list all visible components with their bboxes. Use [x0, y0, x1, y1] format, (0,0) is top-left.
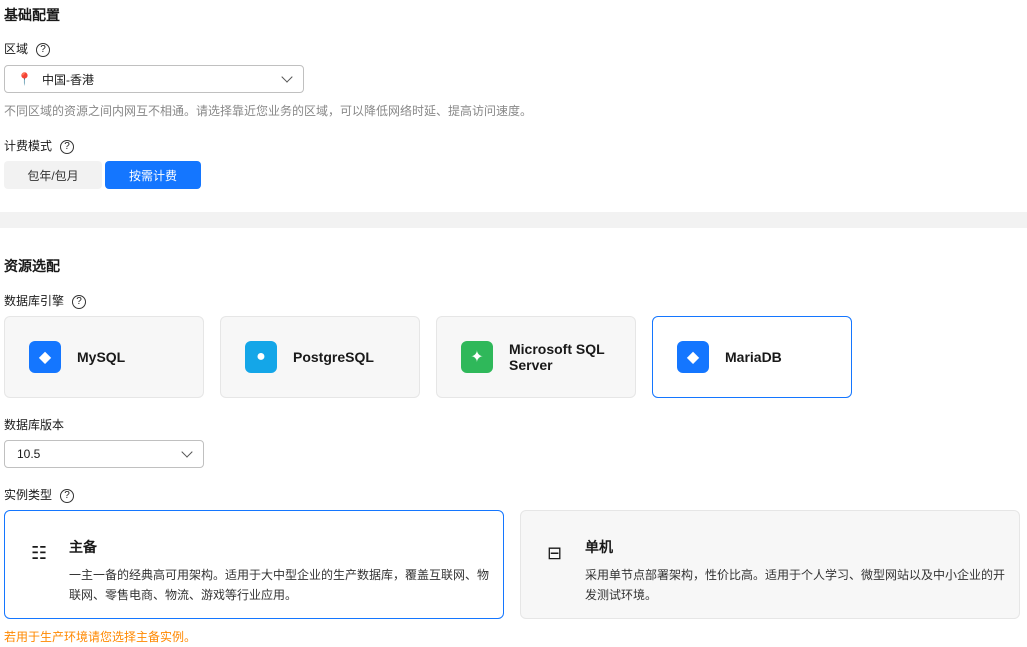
type-card-single[interactable]: ⊟ 单机 采用单节点部署架构，性价比高。适用于个人学习、微型网站以及中小企业的开… [520, 510, 1020, 619]
engine-label: 数据库引擎? [4, 292, 87, 309]
region-label: 区域? [4, 40, 51, 57]
engine-name: Microsoft SQL Server [509, 341, 605, 373]
type-title: 主备 [69, 539, 97, 555]
type-label: 实例类型? [4, 486, 75, 503]
help-icon[interactable]: ? [36, 42, 51, 57]
sqlserver-icon: ✦ [461, 341, 493, 373]
engine-label-text: 数据库引擎 [4, 294, 65, 308]
billing-yearly-button[interactable]: 包年/包月 [4, 161, 102, 189]
type-label-text: 实例类型 [4, 488, 53, 502]
help-icon[interactable]: ? [60, 488, 75, 503]
type-card-ha[interactable]: ☷ 主备 一主一备的经典高可用架构。适用于大中型企业的生产数据库，覆盖互联网、物… [4, 510, 504, 619]
type-desc: 采用单节点部署架构，性价比高。适用于个人学习、微型网站以及中小企业的开发测试环境… [585, 568, 1006, 602]
engine-name: MySQL [77, 349, 126, 365]
engine-mysql[interactable]: ◆ MySQL [4, 316, 204, 398]
location-pin-icon: 📍 [17, 72, 32, 86]
section-title-resource: 资源选配 [4, 258, 60, 274]
region-hint: 不同区域的资源之间内网互不相通。请选择靠近您业务的区域，可以降低网络时延、提高访… [4, 104, 533, 118]
chevron-down-icon [181, 446, 193, 458]
help-icon[interactable]: ? [60, 139, 75, 154]
type-title: 单机 [585, 539, 613, 555]
server-icon: ⊟ [547, 543, 563, 563]
seal-icon: ◆ [677, 341, 709, 373]
version-select[interactable]: 10.5 [4, 440, 204, 468]
chevron-down-icon [281, 71, 293, 83]
billing-label: 计费模式? [4, 137, 75, 154]
version-value: 10.5 [17, 447, 41, 461]
type-desc: 一主一备的经典高可用架构。适用于大中型企业的生产数据库，覆盖互联网、物联网、零售… [69, 568, 490, 602]
engine-postgresql[interactable]: ● PostgreSQL [220, 316, 420, 398]
version-label: 数据库版本 [4, 418, 65, 432]
engine-name: MariaDB [725, 349, 782, 365]
cluster-icon: ☷ [31, 543, 48, 563]
warning-text: 若用于生产环境请您选择主备实例。 [4, 630, 197, 644]
dolphin-icon: ◆ [29, 341, 61, 373]
region-value: 中国-香港 [41, 72, 94, 87]
billing-ondemand-button[interactable]: 按需计费 [105, 161, 201, 189]
engine-mariadb[interactable]: ◆ MariaDB [652, 316, 852, 398]
engine-name: PostgreSQL [293, 349, 374, 365]
engine-sqlserver[interactable]: ✦ Microsoft SQL Server [436, 316, 636, 398]
elephant-icon: ● [245, 341, 277, 373]
billing-label-text: 计费模式 [4, 139, 53, 153]
section-divider [0, 212, 1027, 228]
region-select[interactable]: 📍 中国-香港 [4, 65, 304, 93]
help-icon[interactable]: ? [72, 294, 87, 309]
section-title-basic: 基础配置 [4, 7, 60, 23]
region-label-text: 区域 [4, 42, 29, 56]
